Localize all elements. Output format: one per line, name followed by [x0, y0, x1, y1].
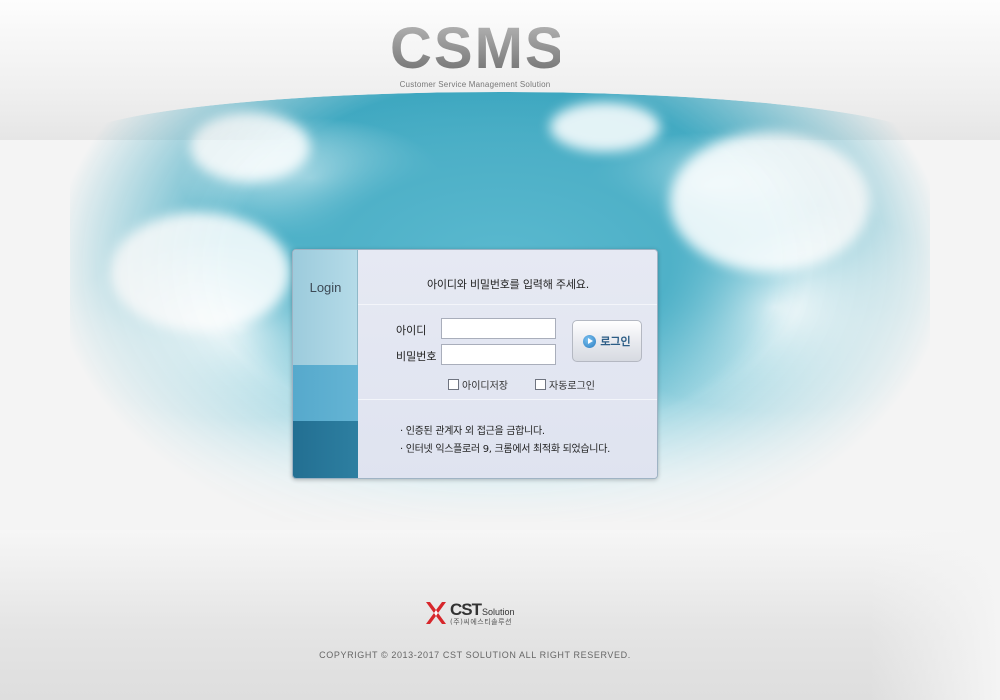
company-logo: CST Solution (주)씨에스티솔루션 — [424, 598, 528, 628]
save-id-checkbox[interactable] — [448, 379, 459, 390]
login-instruction: 아이디와 비밀번호를 입력해 주세요. — [427, 278, 589, 291]
footer-edge — [870, 530, 1000, 700]
login-button-label: 로그인 — [600, 335, 631, 348]
logo-text: CST Solution (주)씨에스티솔루션 — [450, 601, 515, 626]
id-label: 아이디 — [396, 324, 427, 337]
logo-solution: Solution — [482, 606, 515, 617]
save-id-label: 아이디저장 — [462, 381, 508, 392]
id-input[interactable] — [441, 318, 556, 339]
login-panel: Login 아이디와 비밀번호를 입력해 주세요. 아이디 비밀번호 로그인 아… — [292, 249, 658, 479]
auto-login-checkbox[interactable] — [535, 379, 546, 390]
auto-login-option[interactable]: 자동로그인 — [535, 377, 595, 392]
brand-subtitle: Customer Service Management Solution — [399, 80, 551, 89]
cloud-right — [670, 132, 870, 272]
side-bar-top — [293, 250, 358, 365]
logo-korean-name: (주)씨에스티솔루션 — [450, 617, 512, 626]
notice-browser-support: · 인터넷 익스플로러 9, 크롬에서 최적화 되었습니다. — [400, 444, 610, 455]
cst-logo-mark-icon — [426, 602, 446, 624]
login-button[interactable]: 로그인 — [572, 320, 642, 362]
logo-cst: CST — [450, 599, 482, 619]
divider — [358, 304, 657, 305]
divider — [358, 399, 657, 400]
auto-login-label: 자동로그인 — [549, 381, 595, 392]
play-circle-icon — [583, 334, 597, 348]
password-label: 비밀번호 — [396, 350, 437, 363]
cloud-left-top — [190, 112, 310, 182]
password-input[interactable] — [441, 344, 556, 365]
copyright-text: COPYRIGHT © 2013-2017 CST SOLUTION ALL R… — [319, 650, 631, 660]
cloud-right-top — [550, 102, 660, 152]
cloud-left — [110, 212, 290, 332]
brand-title: CSMS — [390, 16, 566, 81]
login-side-label: Login — [309, 280, 342, 295]
save-id-option[interactable]: 아이디저장 — [448, 377, 508, 392]
side-bar-bottom — [293, 421, 358, 478]
login-form: 아이디와 비밀번호를 입력해 주세요. 아이디 비밀번호 로그인 아이디저장 자… — [358, 250, 657, 478]
brand-header: CSMS Customer Service Management Solutio… — [390, 16, 566, 90]
side-bar-middle — [293, 365, 358, 421]
login-side-bar: Login — [293, 250, 358, 478]
notice-restricted-access: · 인증된 관계자 외 접근을 금합니다. — [400, 426, 545, 437]
